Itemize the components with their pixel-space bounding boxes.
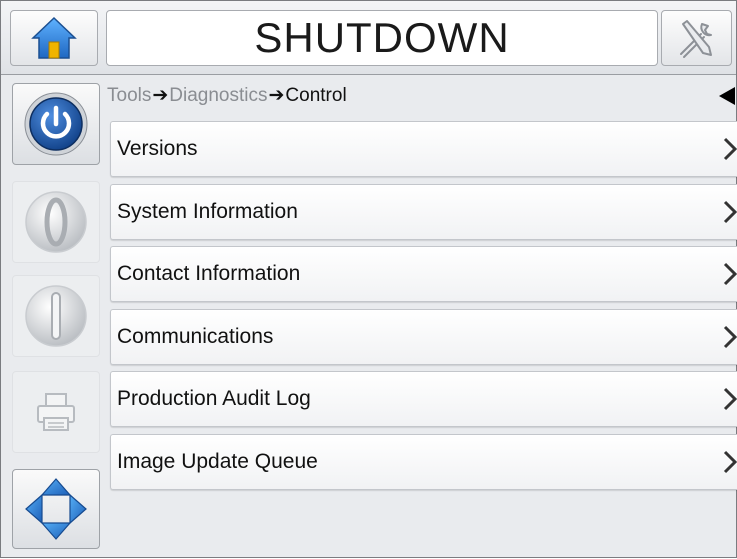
- home-button[interactable]: [10, 10, 98, 66]
- control-menu: Versions System Information Contact Info…: [110, 121, 737, 496]
- tools-icon: [679, 20, 712, 58]
- menu-item-system-information[interactable]: System Information: [110, 183, 737, 240]
- chevron-right-icon: [723, 387, 737, 411]
- start-button[interactable]: [12, 181, 100, 263]
- menu-item-image-update-queue[interactable]: Image Update Queue: [110, 433, 737, 490]
- menu-item-label: Contact Information: [117, 262, 301, 285]
- header-bar: SHUTDOWN: [1, 1, 736, 75]
- menu-item-label: Communications: [117, 324, 274, 348]
- machine-state-text: SHUTDOWN: [254, 14, 510, 61]
- power-icon: [24, 92, 88, 156]
- chevron-right-icon: [723, 137, 737, 161]
- back-arrow-icon[interactable]: [719, 87, 735, 105]
- stop-button[interactable]: [12, 275, 100, 357]
- printer-screen: SHUTDOWN Tools➔Diagnostics➔Control Versi…: [0, 0, 737, 558]
- menu-item-contact-information[interactable]: Contact Information: [110, 246, 737, 302]
- breadcrumb-item-control: Control: [285, 85, 347, 106]
- navigation-button[interactable]: [12, 469, 100, 549]
- start-icon: [25, 191, 87, 253]
- breadcrumb-item-diagnostics[interactable]: Diagnostics: [169, 85, 267, 106]
- chevron-right-icon: [723, 325, 737, 348]
- menu-item-label: Image Update Queue: [117, 449, 318, 473]
- home-icon: [31, 16, 77, 59]
- machine-state-display: SHUTDOWN: [106, 10, 658, 66]
- printer-icon: [37, 393, 75, 431]
- control-sidebar: [1, 75, 101, 559]
- tools-button[interactable]: [661, 10, 732, 66]
- menu-item-label: System Information: [117, 199, 298, 223]
- navigation-arrows-icon: [25, 478, 87, 540]
- stop-icon: [25, 285, 87, 347]
- power-button[interactable]: [12, 83, 100, 165]
- menu-item-communications[interactable]: Communications: [110, 308, 737, 365]
- menu-item-production-audit-log[interactable]: Production Audit Log: [110, 371, 737, 427]
- chevron-right-icon: [723, 450, 737, 473]
- menu-item-label: Versions: [117, 137, 198, 160]
- menu-item-label: Production Audit Log: [117, 387, 311, 410]
- breadcrumb: Tools➔Diagnostics➔Control: [107, 81, 737, 111]
- breadcrumb-separator: ➔: [268, 85, 285, 106]
- menu-item-versions[interactable]: Versions: [110, 121, 737, 177]
- chevron-right-icon: [723, 200, 737, 223]
- print-button[interactable]: [12, 371, 100, 453]
- chevron-right-icon: [723, 262, 737, 286]
- breadcrumb-item-tools[interactable]: Tools: [107, 85, 151, 106]
- breadcrumb-separator: ➔: [152, 85, 169, 106]
